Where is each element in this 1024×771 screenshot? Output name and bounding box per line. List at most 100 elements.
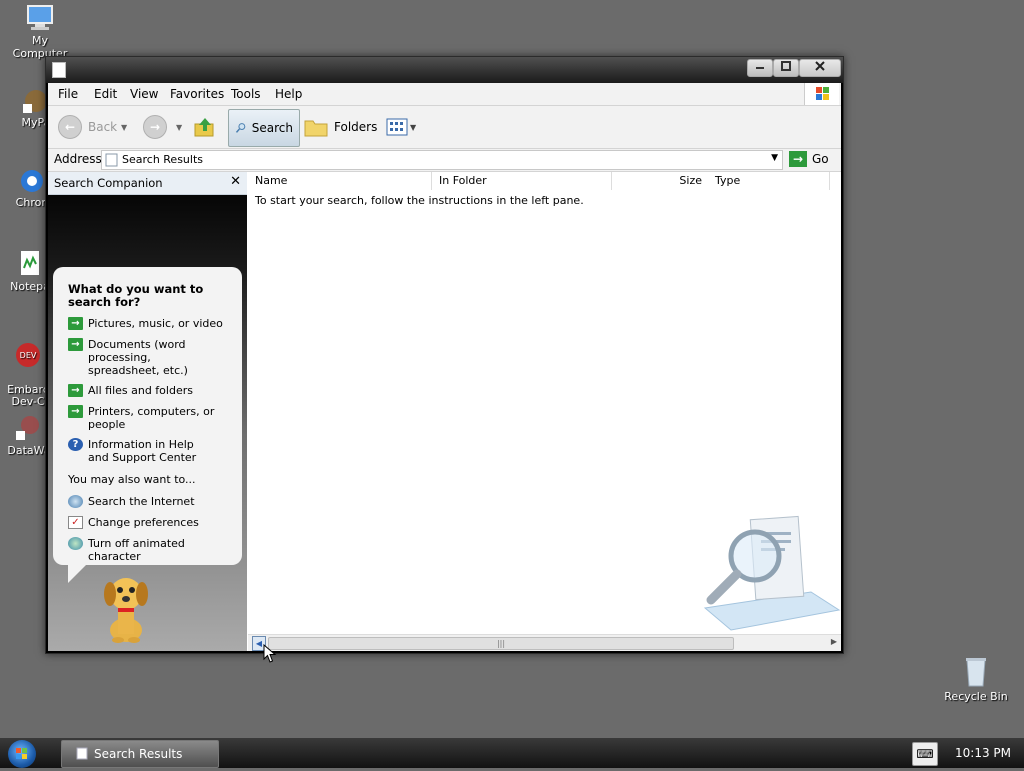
column-header-size[interactable]: Size — [612, 172, 709, 190]
desktop-icon-label: Recycle Bin — [944, 690, 1008, 703]
desktop-icon-label: Embarc Dev-C — [7, 383, 49, 408]
menu-edit[interactable]: Edit — [94, 87, 117, 101]
menu-bar: File Edit View Favorites Tools Help — [48, 83, 841, 106]
column-header-type[interactable]: Type — [708, 172, 830, 190]
keyboard-icon[interactable]: ⌨ — [912, 742, 938, 766]
minimize-button[interactable] — [747, 59, 773, 77]
recycle-bin-icon — [966, 658, 986, 687]
option-label: Search the Internet — [88, 495, 195, 508]
search-label: Search — [251, 121, 293, 135]
search-option-pictures[interactable]: → Pictures, music, or video — [68, 317, 238, 330]
column-header-in-folder[interactable]: In Folder — [432, 172, 612, 190]
column-label: Name — [255, 174, 288, 187]
close-icon — [815, 61, 825, 71]
search-option-help[interactable]: ? Information in Help and Support Center — [68, 438, 238, 464]
window-icon — [76, 747, 88, 760]
back-label: Back — [88, 120, 118, 134]
address-dropdown-icon[interactable]: ▼ — [771, 153, 778, 163]
search-companion-header: Search Companion ✕ — [48, 172, 247, 195]
mouse-cursor-icon — [263, 644, 277, 663]
search-option-all-files[interactable]: → All files and folders — [68, 384, 238, 397]
go-arrow-icon: → — [789, 151, 807, 167]
column-header-name[interactable]: Name — [248, 172, 432, 190]
folders-button[interactable]: Folders — [304, 110, 377, 144]
datawarehouse-icon — [16, 416, 39, 440]
maximize-icon — [781, 61, 791, 71]
also-turn-off-character[interactable]: Turn off animated character — [68, 537, 238, 563]
dog-character-icon[interactable] — [96, 572, 156, 644]
also-search-internet[interactable]: Search the Internet — [68, 495, 238, 508]
desktop-icon-label: Chron — [15, 196, 49, 209]
green-arrow-icon: → — [68, 317, 83, 330]
scroll-thumb[interactable]: ||| — [268, 637, 734, 650]
address-value: Search Results — [122, 153, 204, 166]
column-label: In Folder — [439, 174, 487, 187]
horizontal-scrollbar[interactable]: ◀ ||| ▶ — [248, 634, 841, 651]
title-bar[interactable] — [46, 57, 843, 83]
menu-file[interactable]: File — [58, 87, 78, 101]
folder-icon — [304, 120, 328, 137]
back-dropdown[interactable]: ▼ — [121, 110, 127, 144]
computer-icon — [27, 5, 53, 30]
close-button[interactable] — [799, 59, 841, 77]
search-option-printers[interactable]: → Printers, computers, or people — [68, 405, 238, 431]
views-button[interactable]: ▼ — [386, 110, 416, 144]
bubble-tail — [68, 565, 86, 583]
menu-favorites[interactable]: Favorites — [170, 87, 224, 101]
chevron-down-icon: ▼ — [121, 122, 128, 132]
up-folder-icon — [194, 118, 214, 137]
up-folder-button[interactable] — [193, 110, 217, 144]
option-label: Printers, computers, or people — [88, 405, 215, 431]
menu-help[interactable]: Help — [275, 87, 302, 101]
column-label: Size — [679, 174, 702, 187]
green-arrow-icon: → — [68, 405, 83, 418]
scroll-right-icon[interactable]: ▶ — [831, 637, 837, 646]
windows-logo-icon — [804, 83, 839, 105]
content-area: Search Companion ✕ What do you want to s… — [48, 172, 841, 651]
menu-view[interactable]: View — [130, 87, 158, 101]
search-companion-pane: Search Companion ✕ What do you want to s… — [48, 172, 247, 651]
start-button[interactable] — [8, 740, 36, 768]
forward-button[interactable]: → — [143, 110, 167, 144]
windows-start-icon — [16, 748, 27, 759]
desktop-icon-my-computer[interactable]: My Computer — [4, 4, 76, 60]
search-icon — [235, 123, 246, 133]
desktop-icon-recycle-bin[interactable]: Recycle Bin — [940, 656, 1012, 703]
back-arrow-icon: ← — [58, 115, 82, 139]
close-pane-button[interactable]: ✕ — [230, 174, 241, 189]
also-change-preferences[interactable]: ✓ Change preferences — [68, 516, 238, 529]
results-message: To start your search, follow the instruc… — [255, 194, 584, 207]
address-bar: Address Search Results ▼ → Go — [48, 149, 841, 172]
option-label: Information in Help and Support Center — [88, 438, 197, 464]
help-icon: ? — [68, 438, 83, 451]
back-button[interactable]: ← Back — [58, 110, 117, 144]
search-question: What do you want to search for? — [68, 282, 204, 309]
search-button[interactable]: Search — [228, 109, 300, 147]
taskbar-item-label: Search Results — [94, 747, 183, 761]
forward-dropdown[interactable]: ▼ — [176, 110, 182, 144]
minimize-icon — [756, 67, 764, 69]
go-button[interactable]: → Go — [789, 150, 829, 168]
search-option-documents[interactable]: → Documents (word processing, spreadshee… — [68, 338, 238, 377]
clock[interactable]: 10:13 PM — [955, 746, 1011, 760]
search-companion-bubble: What do you want to search for? → Pictur… — [53, 267, 242, 565]
also-label: You may also want to... — [68, 473, 196, 486]
option-label: Pictures, music, or video — [88, 317, 223, 330]
chevron-down-icon: ▼ — [410, 122, 417, 132]
search-results-icon — [105, 153, 118, 167]
menu-tools[interactable]: Tools — [231, 87, 261, 101]
character-icon — [68, 537, 83, 550]
option-label: Change preferences — [88, 516, 199, 529]
option-label: Documents (word processing, spreadsheet,… — [88, 338, 188, 377]
internet-search-icon — [68, 495, 83, 508]
results-pane: Name In Folder Size Type To start your s… — [248, 172, 841, 651]
notepad-icon — [21, 251, 39, 275]
magnifier-document-illustration — [703, 515, 841, 631]
folders-label: Folders — [334, 120, 378, 134]
maximize-button[interactable] — [773, 59, 799, 77]
search-companion-title: Search Companion — [54, 176, 163, 190]
address-input[interactable]: Search Results ▼ — [101, 150, 783, 170]
preferences-icon: ✓ — [68, 516, 83, 529]
taskbar-item-search-results[interactable]: Search Results — [61, 740, 219, 768]
chrome-icon — [21, 170, 43, 192]
